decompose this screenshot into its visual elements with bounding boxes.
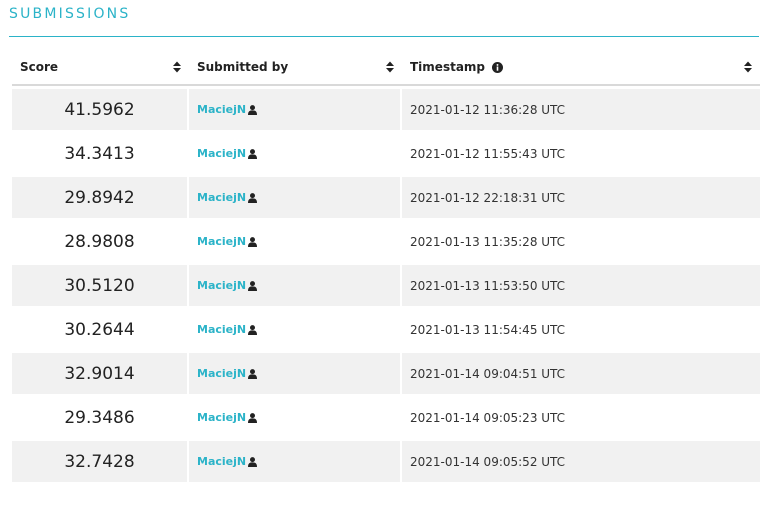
table-body: 41.5962 MaciejN 2021-01-12 11:36:28 UTC …	[12, 89, 760, 482]
timestamp-cell: 2021-01-12 11:55:43 UTC	[410, 146, 566, 161]
user-icon	[248, 456, 258, 467]
timestamp-cell: 2021-01-14 09:04:51 UTC	[402, 353, 760, 394]
column-header-score[interactable]: Score	[12, 50, 189, 84]
title-divider	[9, 36, 759, 37]
table-row: 32.7428 MaciejN 2021-01-14 09:05:52 UTC	[12, 441, 760, 482]
submissions-table: Score Submitted by Timestamp 41.5962 Mac…	[12, 50, 760, 485]
table-row: 32.9014 MaciejN 2021-01-14 09:04:51 UTC	[12, 353, 760, 394]
table-row: 30.2644 MaciejN 2021-01-13 11:54:45 UTC	[12, 309, 760, 350]
column-header-submitted-by-label: Submitted by	[197, 60, 289, 74]
user-icon	[248, 192, 258, 203]
sort-icon[interactable]	[173, 61, 181, 73]
score-cell: 30.5120	[12, 265, 187, 306]
column-header-submitted-by[interactable]: Submitted by	[189, 50, 402, 84]
score-cell: 30.2644	[64, 319, 135, 340]
user-icon	[248, 280, 258, 291]
user-link[interactable]: MaciejN	[197, 191, 246, 204]
timestamp-cell: 2021-01-13 11:53:50 UTC	[402, 265, 760, 306]
column-header-score-label: Score	[20, 60, 59, 74]
submitted-by-cell: MaciejN	[189, 221, 400, 262]
timestamp-cell: 2021-01-13 11:54:45 UTC	[410, 322, 566, 337]
table-row: 28.9808 MaciejN 2021-01-13 11:35:28 UTC	[12, 221, 760, 262]
user-link[interactable]: MaciejN	[197, 147, 246, 160]
table-header: Score Submitted by Timestamp	[12, 50, 760, 86]
score-cell: 29.3486	[64, 407, 135, 428]
timestamp-cell: 2021-01-13 11:35:28 UTC	[410, 234, 566, 249]
submitted-by-cell: MaciejN	[189, 397, 400, 438]
timestamp-cell: 2021-01-12 22:18:31 UTC	[402, 177, 760, 218]
user-icon	[248, 412, 258, 423]
user-link[interactable]: MaciejN	[197, 103, 246, 116]
submitted-by-cell: MaciejN	[189, 309, 400, 350]
timestamp-cell: 2021-01-14 09:05:52 UTC	[402, 441, 760, 482]
score-cell: 29.8942	[12, 177, 187, 218]
user-icon	[248, 104, 258, 115]
score-cell: 41.5962	[12, 89, 187, 130]
user-link[interactable]: MaciejN	[197, 279, 246, 292]
user-icon	[248, 236, 258, 247]
timestamp-cell: 2021-01-12 11:36:28 UTC	[402, 89, 760, 130]
table-row: 34.3413 MaciejN 2021-01-12 11:55:43 UTC	[12, 133, 760, 174]
submitted-by-cell: MaciejN	[189, 177, 400, 218]
user-icon	[248, 368, 258, 379]
submitted-by-cell: MaciejN	[189, 89, 400, 130]
score-cell: 32.9014	[12, 353, 187, 394]
column-header-timestamp-label: Timestamp	[410, 60, 486, 74]
user-link[interactable]: MaciejN	[197, 455, 246, 468]
table-row: 29.8942 MaciejN 2021-01-12 22:18:31 UTC	[12, 177, 760, 218]
timestamp-cell: 2021-01-14 09:05:23 UTC	[410, 410, 566, 425]
submitted-by-cell: MaciejN	[189, 353, 400, 394]
table-row: 41.5962 MaciejN 2021-01-12 11:36:28 UTC	[12, 89, 760, 130]
sort-icon[interactable]	[744, 61, 752, 73]
user-link[interactable]: MaciejN	[197, 323, 246, 336]
info-icon[interactable]	[492, 61, 504, 73]
score-cell: 32.7428	[12, 441, 187, 482]
sort-icon[interactable]	[386, 61, 394, 73]
submitted-by-cell: MaciejN	[189, 133, 400, 174]
score-cell: 34.3413	[64, 143, 135, 164]
column-header-timestamp[interactable]: Timestamp	[402, 50, 760, 84]
submissions-title: SUBMISSIONS	[9, 6, 131, 22]
submitted-by-cell: MaciejN	[189, 265, 400, 306]
user-link[interactable]: MaciejN	[197, 235, 246, 248]
user-icon	[248, 324, 258, 335]
table-row: 29.3486 MaciejN 2021-01-14 09:05:23 UTC	[12, 397, 760, 438]
score-cell: 28.9808	[64, 231, 135, 252]
submitted-by-cell: MaciejN	[189, 441, 400, 482]
user-link[interactable]: MaciejN	[197, 367, 246, 380]
table-row: 30.5120 MaciejN 2021-01-13 11:53:50 UTC	[12, 265, 760, 306]
user-link[interactable]: MaciejN	[197, 411, 246, 424]
user-icon	[248, 148, 258, 159]
